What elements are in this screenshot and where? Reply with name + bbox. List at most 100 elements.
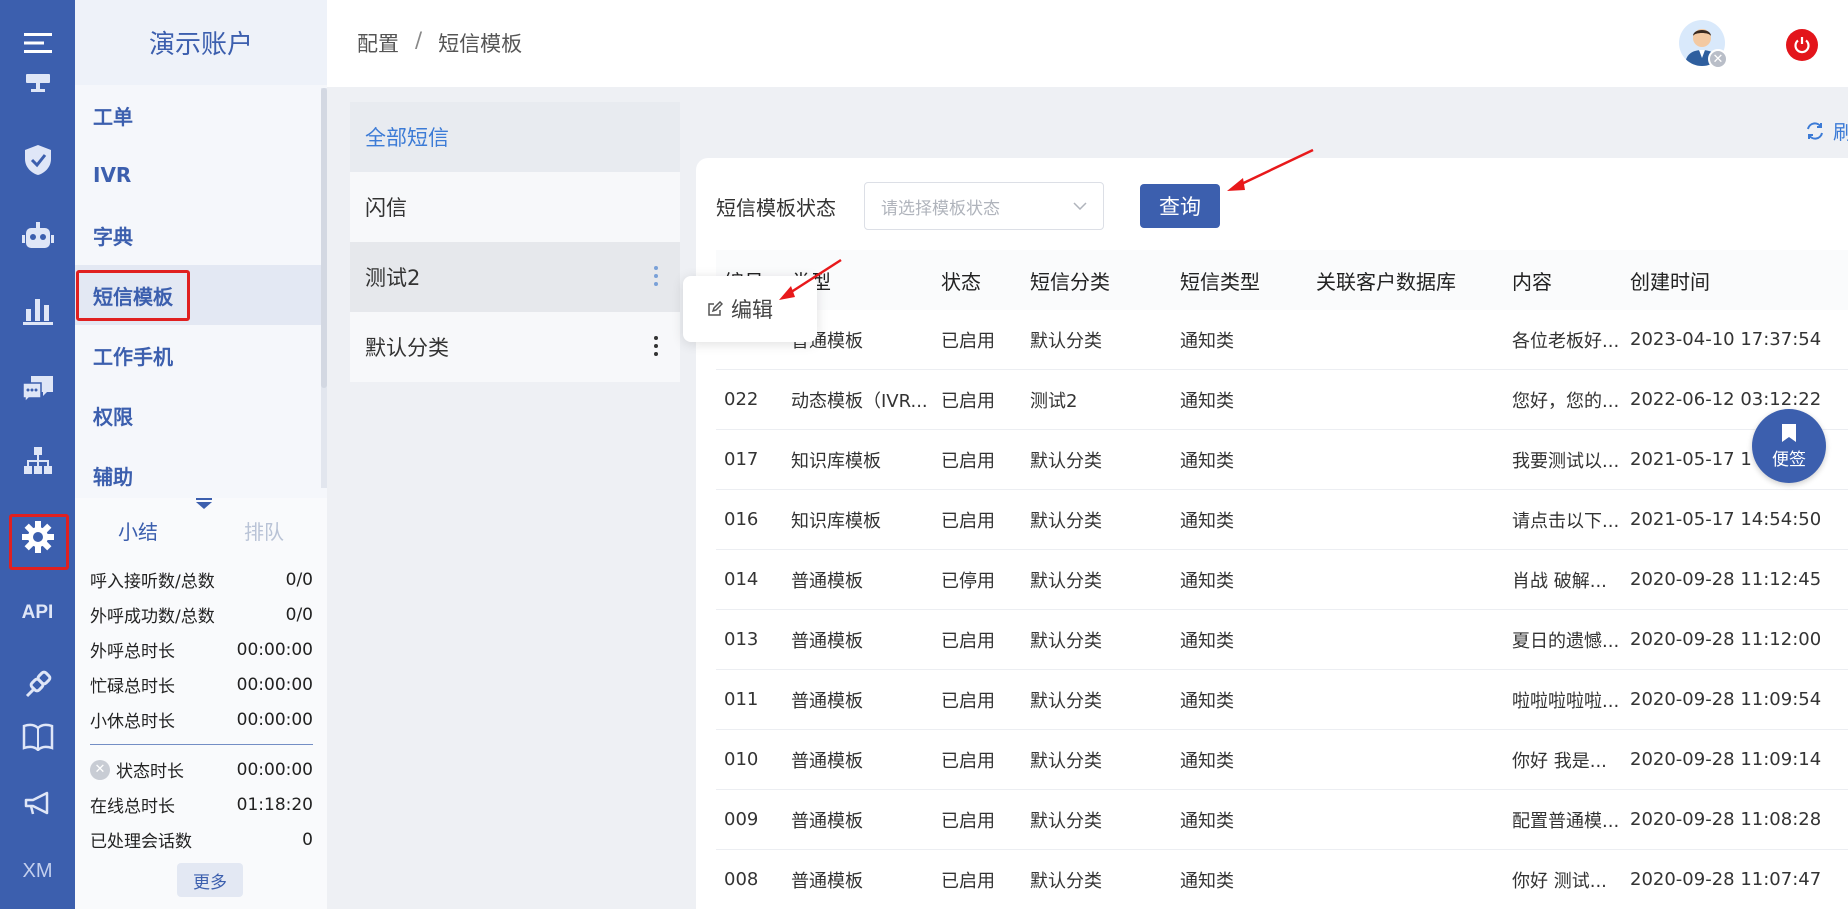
table-row[interactable]: 010 普通模板 已启用 默认分类 通知类 你好 我是... 2020-09-28 11:0… — [716, 730, 1848, 790]
status-filter-label: 短信模板状态 — [716, 195, 836, 220]
column-header[interactable]: 内容 — [1512, 266, 1630, 295]
stats-panel: 小结 排队 呼入接听数/总数 0/0 外呼成功数/总数 0/0 外呼总时长 00:00… — [75, 498, 327, 909]
megaphone-icon — [24, 791, 48, 815]
column-header[interactable]: 关联客户数据库 — [1316, 266, 1512, 295]
table-row[interactable]: 017 知识库模板 已启用 默认分类 通知类 我要测试以... 2021-05-17 1 — [716, 430, 1848, 490]
table-cell: 普通模板 — [791, 570, 863, 592]
table-cell: 动态模板（IVR... — [791, 390, 928, 412]
tab-queue[interactable]: 排队 — [201, 516, 327, 545]
nav-item-work-phone[interactable]: 工作手机 — [75, 325, 327, 385]
column-header[interactable]: 状态 — [941, 266, 1030, 295]
status-x-icon[interactable]: ✕ — [90, 759, 110, 780]
table-row[interactable]: 009 普通模板 已启用 默认分类 通知类 配置普通模... 2020-09-28 11:0… — [716, 790, 1848, 850]
rail-shield-item[interactable] — [0, 135, 75, 185]
annotation-arrow-query — [1227, 148, 1314, 191]
column-header[interactable]: 创建时间 — [1630, 266, 1848, 295]
status-select-placeholder: 请选择模板状态 — [881, 198, 1000, 219]
table-row[interactable]: 普通模板 已启用 默认分类 通知类 各位老板好... 2023-04-10 17:37:5… — [716, 310, 1848, 370]
table-row[interactable]: 014 普通模板 已停用 默认分类 通知类 肖战 破解... 2020-09-28 11:1… — [716, 550, 1848, 610]
table-cell: 夏日的遗憾... — [1512, 630, 1620, 652]
rail-chart-item[interactable] — [0, 285, 75, 335]
nav-item-assist[interactable]: 辅助 — [75, 445, 327, 495]
table-cell: 普通模板 — [791, 630, 863, 652]
nav-scrollbar-thumb[interactable] — [321, 88, 327, 388]
nav-item-ivr[interactable]: IVR — [75, 145, 327, 205]
table-cell: 2020-09-28 11:09:54 — [1630, 689, 1822, 710]
table-cell: 2020-09-28 11:07:47 — [1630, 869, 1822, 890]
more-vertical-icon[interactable] — [654, 336, 658, 356]
more-button[interactable]: 更多 — [177, 863, 243, 897]
table-cell: 已启用 — [941, 330, 995, 352]
status-select[interactable]: 请选择模板状态 — [864, 182, 1104, 230]
nav-item-workorder[interactable]: 工单 — [75, 85, 327, 145]
nav-item-dictionary[interactable]: 字典 — [75, 205, 327, 265]
stat-row: 忙碌总时长 00:00:00 — [75, 667, 327, 702]
breadcrumb-root[interactable]: 配置 — [357, 28, 399, 58]
rail-api-item[interactable]: API — [0, 588, 75, 638]
category-item-default[interactable]: 默认分类 — [350, 312, 680, 382]
stat-label: 已处理会话数 — [90, 832, 192, 852]
nav-item-sms-template[interactable]: 短信模板 — [75, 265, 327, 325]
chat-bubbles-icon — [21, 376, 53, 404]
shield-check-icon — [24, 145, 51, 175]
table-row[interactable]: 008 普通模板 已启用 默认分类 通知类 你好 测试... 2020-09-28 11:0… — [716, 850, 1848, 909]
rail-robot-item[interactable] — [0, 212, 75, 262]
column-header[interactable]: 短信类型 — [1180, 266, 1316, 295]
rail-book-item[interactable] — [0, 712, 75, 762]
xm-label: XM — [22, 859, 53, 882]
column-header[interactable]: 短信分类 — [1030, 266, 1180, 295]
monitor-icon — [25, 74, 50, 92]
avatar-status-x-icon: ✕ — [1708, 49, 1728, 69]
table-cell: 通知类 — [1180, 330, 1234, 352]
rail-chat-item[interactable] — [0, 364, 75, 414]
rail-monitor-item[interactable] — [0, 64, 75, 104]
table-cell: 已启用 — [941, 810, 995, 832]
collapse-caret-icon[interactable] — [196, 498, 212, 509]
book-icon — [22, 723, 53, 751]
tab-summary[interactable]: 小结 — [75, 516, 201, 545]
table-row[interactable]: 011 普通模板 已启用 默认分类 通知类 啦啦啦啦啦... 2020-09-28 11:0… — [716, 670, 1848, 730]
breadcrumb: 配置 / 短信模板 — [357, 28, 522, 58]
table-cell: 008 — [724, 869, 759, 890]
annotation-arrow-edit — [779, 258, 842, 300]
rail-org-item[interactable] — [0, 436, 75, 486]
account-name: 演示账户 — [75, 0, 327, 85]
stat-row: 已处理会话数 0 — [75, 822, 327, 857]
stat-value: 00:00:00 — [236, 759, 313, 780]
table-cell: 默认分类 — [1030, 570, 1102, 592]
table-body: 普通模板 已启用 默认分类 通知类 各位老板好... 2023-04-10 17:37:5… — [716, 310, 1848, 909]
table-row[interactable]: 016 知识库模板 已启用 默认分类 通知类 请点击以下... 2021-05-17 14:… — [716, 490, 1848, 550]
category-list: 全部短信 闪信 测试2 默认分类 — [350, 102, 680, 382]
stat-row: 外呼成功数/总数 0/0 — [75, 597, 327, 632]
refresh-button[interactable]: 刷 — [1805, 116, 1848, 145]
stat-row: 呼入接听数/总数 0/0 — [75, 562, 327, 597]
stat-label: 外呼总时长 — [90, 642, 175, 662]
logout-button[interactable] — [1786, 29, 1818, 61]
table-cell: 已启用 — [941, 390, 995, 412]
rail-announce-item[interactable] — [0, 779, 75, 829]
stat-label: 小休总时长 — [90, 712, 175, 732]
table-cell: 请点击以下... — [1512, 510, 1620, 532]
stat-value: 0 — [302, 829, 313, 850]
rail-xm-item[interactable]: XM — [0, 846, 75, 896]
table-row[interactable]: 013 普通模板 已启用 默认分类 通知类 夏日的遗憾... 2020-09-28 11:1… — [716, 610, 1848, 670]
breadcrumb-separator: / — [415, 28, 423, 52]
note-button[interactable]: 便签 — [1752, 409, 1826, 483]
category-item-all[interactable]: 全部短信 — [350, 102, 680, 172]
rail-link-item[interactable] — [0, 660, 75, 710]
edit-label: 编辑 — [731, 298, 773, 322]
nav-item-label: 短信模板 — [76, 269, 190, 321]
nav-menu: 工单 IVR 字典 短信模板 工作手机 权限 辅助 — [75, 85, 327, 495]
table-cell: 你好 测试... — [1512, 870, 1607, 892]
category-item-test2[interactable]: 测试2 — [350, 242, 680, 312]
chevron-down-icon — [1073, 202, 1087, 210]
nav-item-permission[interactable]: 权限 — [75, 385, 327, 445]
stat-label: 呼入接听数/总数 — [90, 572, 215, 592]
nav-scrollbar[interactable] — [321, 88, 327, 488]
table-row[interactable]: 022 动态模板（IVR... 已启用 测试2 通知类 您好，您的... 2022-06-1… — [716, 370, 1848, 430]
query-button[interactable]: 查询 — [1140, 184, 1220, 228]
more-vertical-icon[interactable] — [654, 266, 658, 286]
nav-item-label: 工作手机 — [93, 344, 173, 369]
stat-label: 外呼成功数/总数 — [90, 607, 215, 627]
category-item-flash[interactable]: 闪信 — [350, 172, 680, 242]
